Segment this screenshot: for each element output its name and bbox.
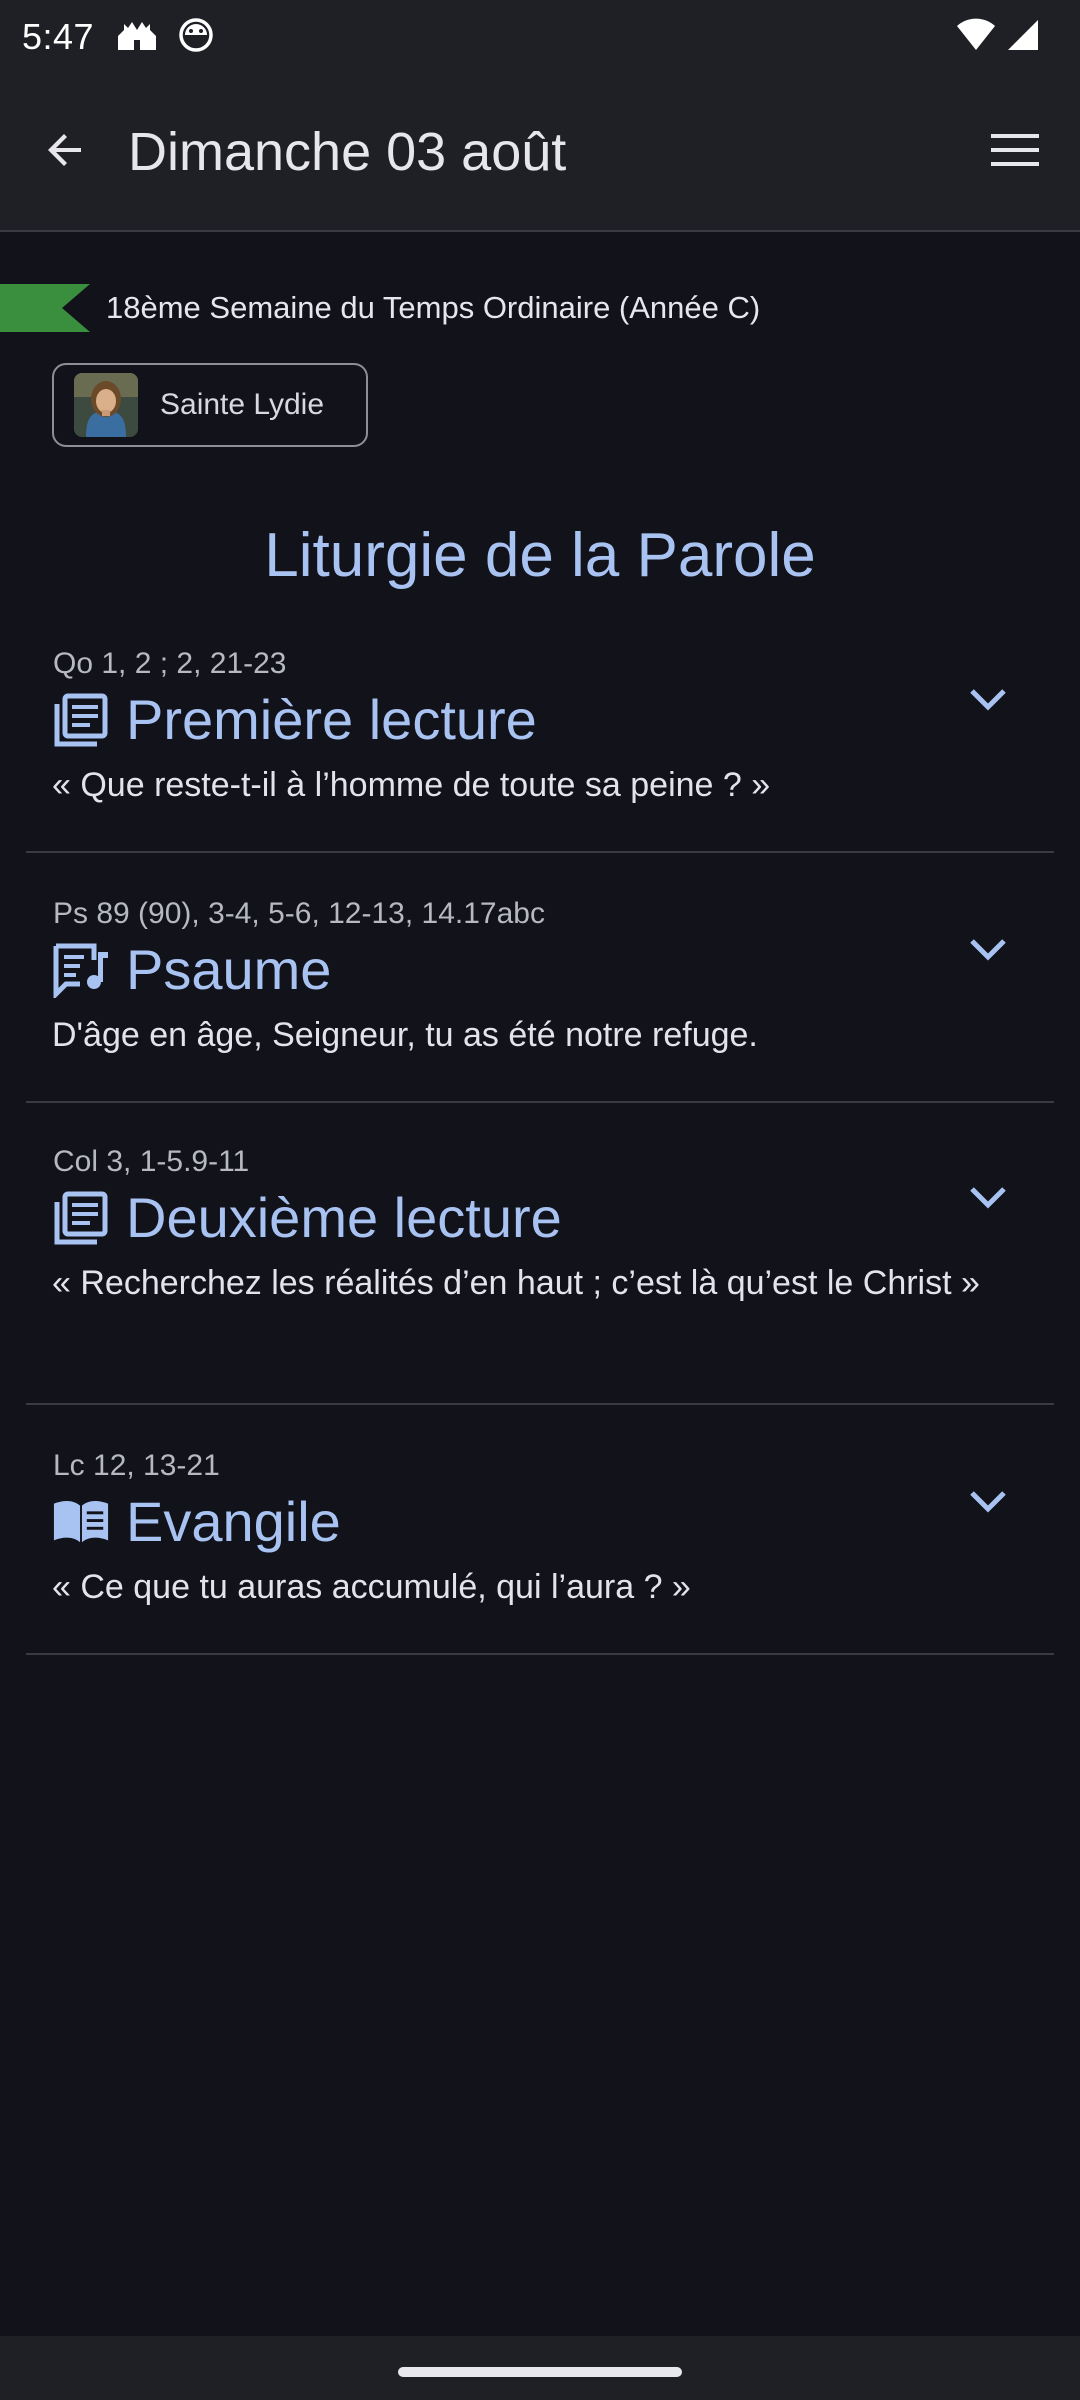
green-ribbon-icon <box>0 284 90 332</box>
back-button[interactable] <box>30 117 100 187</box>
arrow-back-icon <box>41 126 89 179</box>
reading-subtitle: D'âge en âge, Seigneur, tu as été notre … <box>52 1016 758 1054</box>
reading-item[interactable]: Ps 89 (90), 3-4, 5-6, 12-13, 14.17abc Ps… <box>26 855 1054 1103</box>
reading-title: Deuxième lecture <box>126 1186 562 1249</box>
reading-header: Première lecture <box>52 687 537 752</box>
reading-header: Psaume <box>52 937 331 1002</box>
book-lines-icon <box>52 1189 110 1247</box>
wifi-icon <box>956 18 996 57</box>
chevron-down-icon <box>968 687 1008 718</box>
reading-subtitle: « Recherchez les réalités d’en haut ; c’… <box>52 1264 980 1302</box>
reading-item[interactable]: Qo 1, 2 ; 2, 21-23 Première lecture « Qu… <box>26 625 1054 853</box>
android-robot-icon <box>178 17 214 58</box>
week-label: 18ème Semaine du Temps Ordinaire (Année … <box>106 290 761 325</box>
section-title: Liturgie de la Parole <box>264 521 816 590</box>
reading-header: Evangile <box>52 1489 341 1554</box>
app-bar: Dimanche 03 août <box>0 74 1080 232</box>
reading-title: Psaume <box>126 938 332 1001</box>
chevron-down-icon <box>968 1489 1008 1520</box>
chevron-down-icon <box>968 937 1008 968</box>
home-gesture-bar[interactable] <box>398 2367 682 2377</box>
reading-reference: Col 3, 1-5.9-11 <box>53 1145 250 1178</box>
chevron-down-icon <box>968 1185 1008 1216</box>
hamburger-menu-icon <box>989 130 1041 175</box>
page-title: Dimanche 03 août <box>128 122 567 182</box>
castle-icon <box>116 18 158 57</box>
status-bar: 5:47 <box>0 0 1080 74</box>
status-time: 5:47 <box>22 16 95 57</box>
reading-header: Deuxième lecture <box>52 1185 562 1250</box>
cell-signal-icon <box>1006 18 1040 57</box>
book-lines-icon <box>52 691 110 749</box>
reading-item[interactable]: Lc 12, 13-21 Evangile « Ce que tu auras … <box>26 1407 1054 1655</box>
reading-reference: Ps 89 (90), 3-4, 5-6, 12-13, 14.17abc <box>53 897 545 930</box>
expand-button[interactable] <box>958 1170 1018 1230</box>
liturgical-week: 18ème Semaine du Temps Ordinaire (Année … <box>0 278 1080 338</box>
reading-reference: Qo 1, 2 ; 2, 21-23 <box>53 647 287 680</box>
expand-button[interactable] <box>958 672 1018 732</box>
reading-reference: Lc 12, 13-21 <box>53 1449 220 1482</box>
reading-title: Première lecture <box>126 688 537 751</box>
open-book-icon <box>52 1493 110 1551</box>
reading-subtitle: « Que reste-t-il à l’homme de toute sa p… <box>52 766 771 804</box>
reading-title: Evangile <box>126 1490 341 1553</box>
saint-chip[interactable]: Sainte Lydie <box>52 363 368 447</box>
menu-button[interactable] <box>980 117 1050 187</box>
saint-name: Sainte Lydie <box>160 388 325 421</box>
reading-subtitle: « Ce que tu auras accumulé, qui l’aura ?… <box>52 1568 691 1606</box>
reading-item[interactable]: Col 3, 1-5.9-11 Deuxième lecture « Reche… <box>26 1105 1054 1405</box>
saint-avatar <box>74 373 138 437</box>
expand-button[interactable] <box>958 1474 1018 1534</box>
expand-button[interactable] <box>958 922 1018 982</box>
status-icons-left <box>116 17 214 58</box>
lyrics-music-icon <box>52 941 110 999</box>
status-icons-right <box>956 18 1040 57</box>
